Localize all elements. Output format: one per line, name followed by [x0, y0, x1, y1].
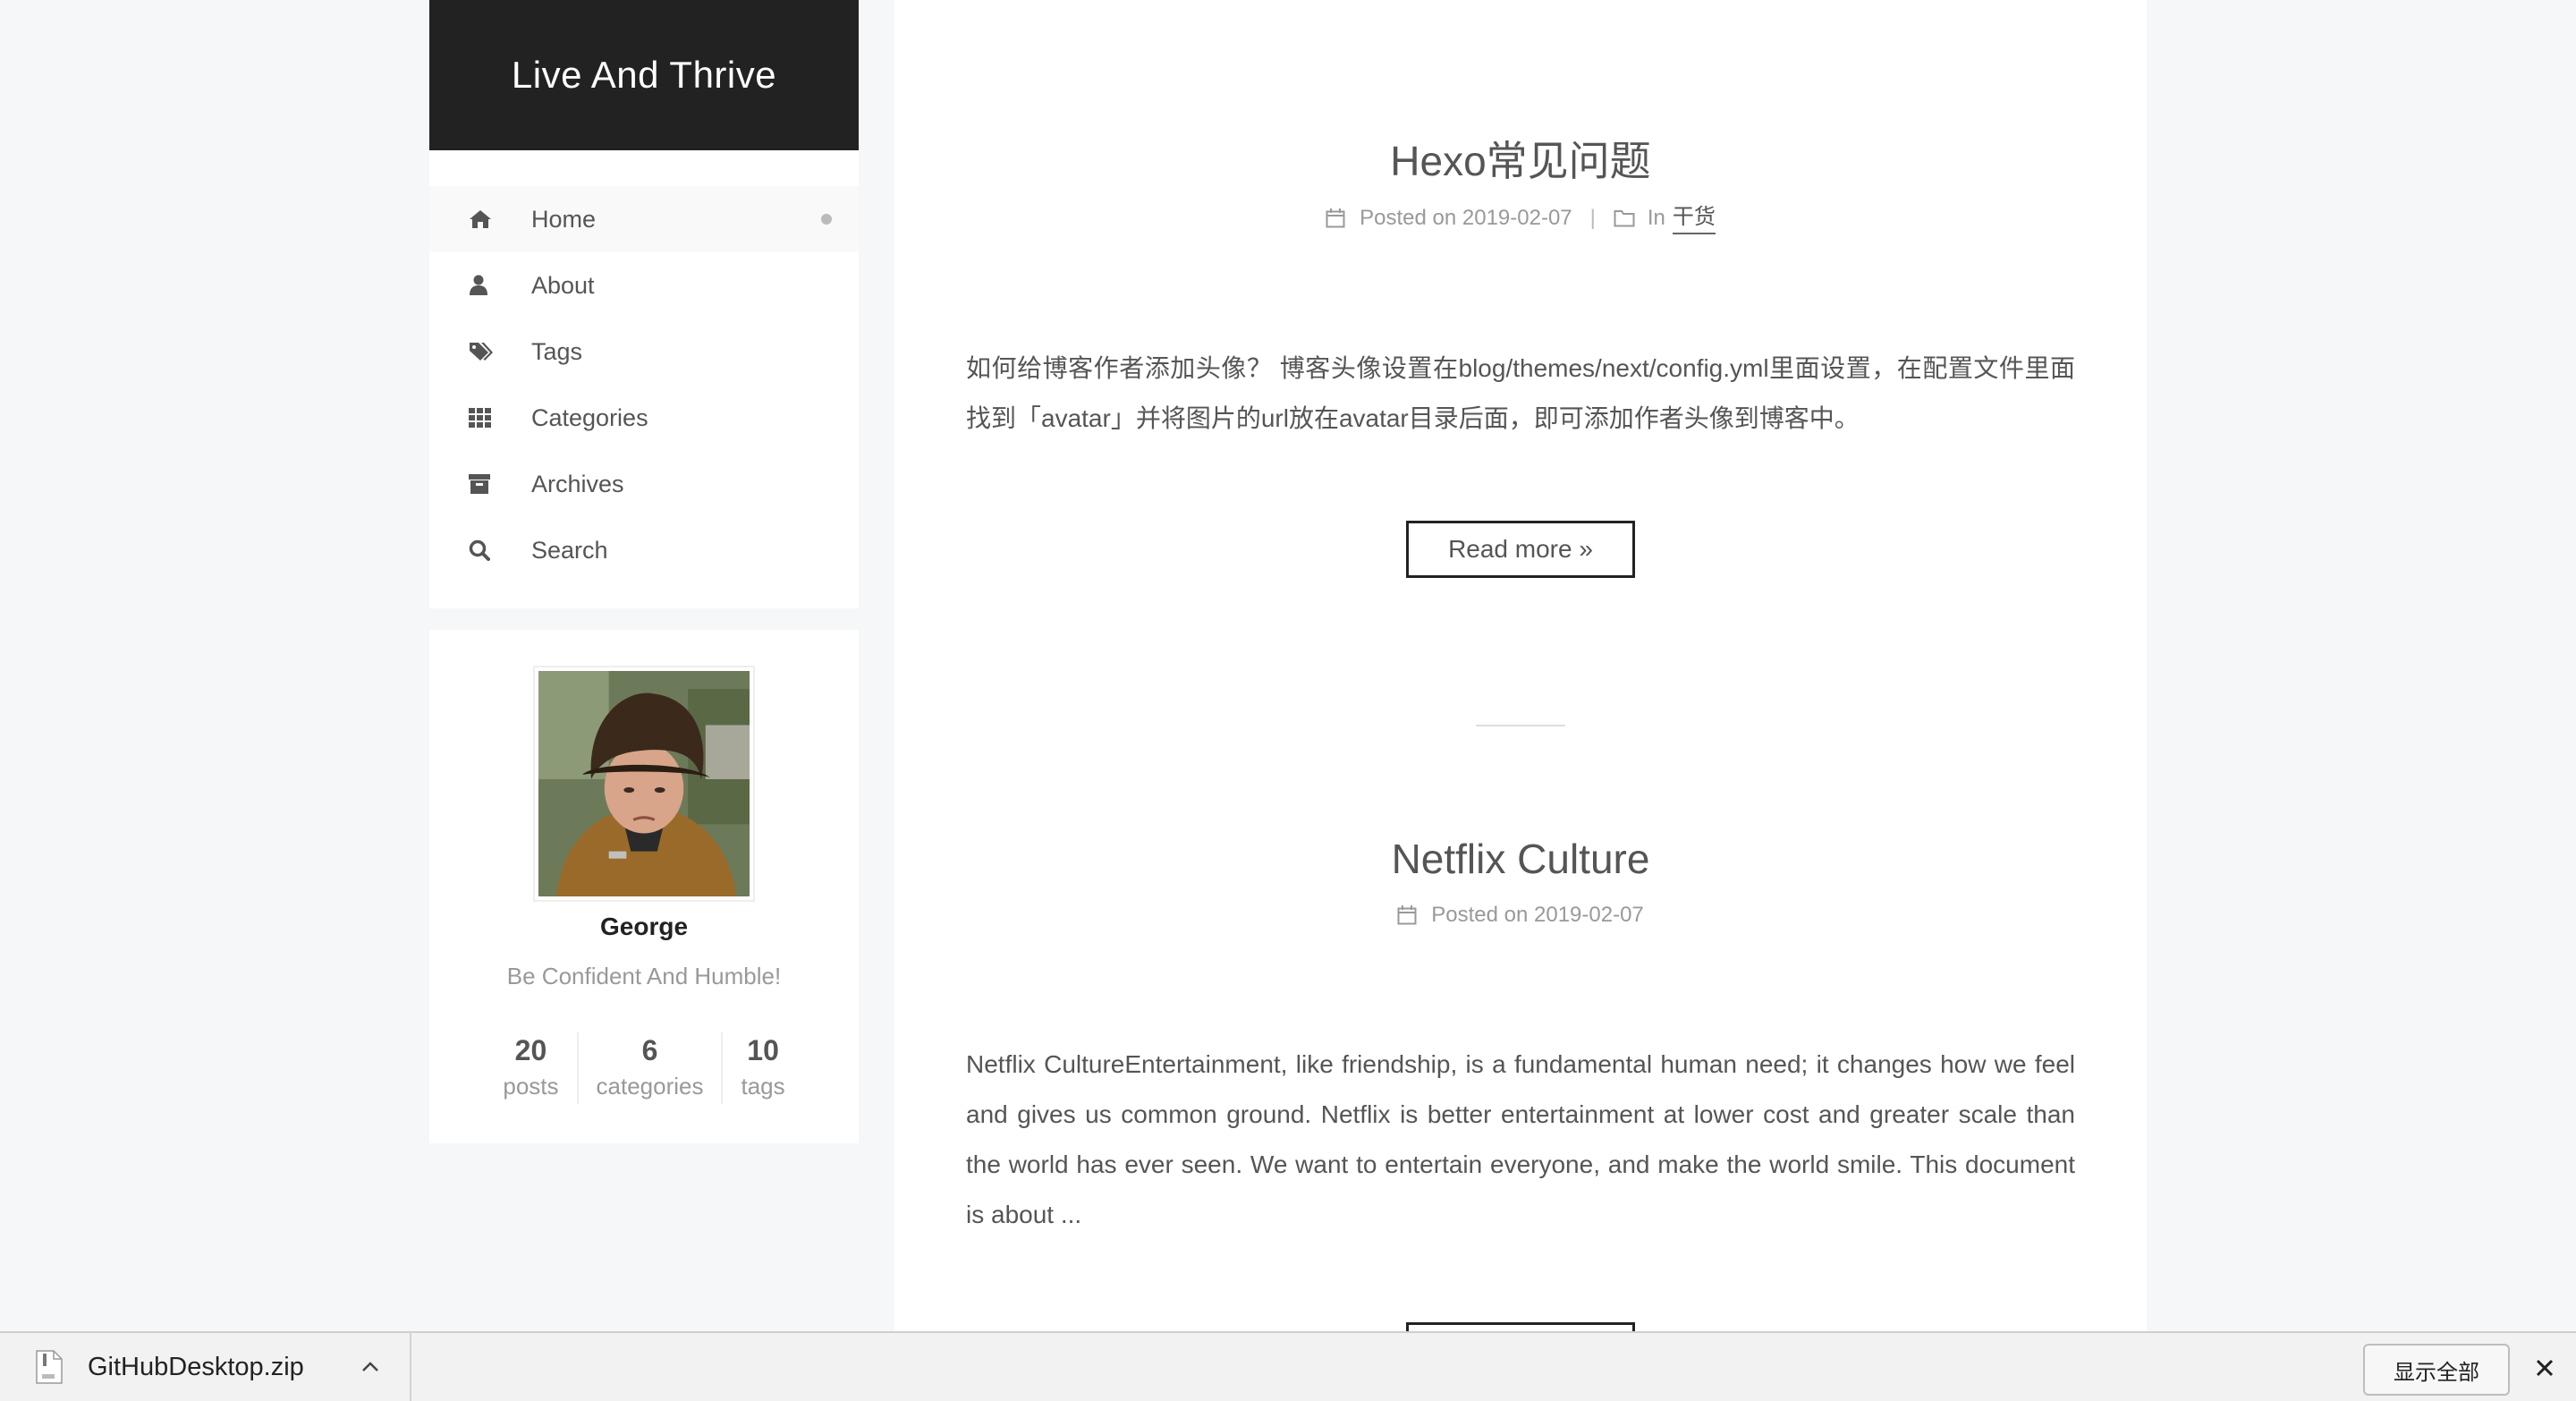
- sidebar-item-label: About: [531, 271, 595, 299]
- post-list: Hexo常见问题 Posted on 2019-02-07 | In 干货 如何…: [894, 0, 2147, 1333]
- post-title-link[interactable]: Hexo常见问题: [966, 134, 2075, 188]
- avatar: [533, 666, 755, 902]
- author-overview: George Be Confident And Humble! 20 posts…: [429, 630, 859, 1143]
- stat-count: 6: [641, 1034, 658, 1066]
- post-item: Netflix Culture Posted on 2019-02-07 Net…: [966, 832, 2075, 1240]
- stat-posts[interactable]: 20 posts: [485, 1032, 576, 1104]
- sidebar-item-archives[interactable]: Archives: [429, 451, 859, 517]
- stat-count: 10: [747, 1034, 779, 1066]
- post-item: Hexo常见问题 Posted on 2019-02-07 | In 干货 如何…: [966, 134, 2075, 578]
- sidebar-item-home[interactable]: Home: [429, 186, 859, 252]
- download-file-name: GitHubDesktop.zip: [88, 1352, 304, 1381]
- stat-label: tags: [741, 1073, 785, 1100]
- site-stats: 20 posts 6 categories 10 tags: [429, 1032, 859, 1104]
- meta-divider: |: [1589, 206, 1596, 230]
- stat-count: 20: [514, 1034, 547, 1066]
- calendar-icon: [1397, 904, 1420, 927]
- author-motto: Be Confident And Humble!: [506, 963, 782, 989]
- stat-label: posts: [503, 1073, 559, 1100]
- sidebar-item-label: Categories: [531, 403, 648, 431]
- post-divider: [1476, 725, 1565, 726]
- zip-file-icon: [36, 1350, 63, 1384]
- sidebar-item-label: Home: [531, 205, 597, 233]
- post-title-link[interactable]: Netflix Culture: [966, 832, 2075, 886]
- chevron-up-icon[interactable]: [358, 1354, 383, 1380]
- stat-categories[interactable]: 6 categories: [576, 1032, 722, 1104]
- sidebar-item-label: Tags: [531, 337, 583, 365]
- sidebar-item-tags[interactable]: Tags: [429, 318, 859, 385]
- post-excerpt: Netflix CultureEntertainment, like frien…: [966, 1050, 2075, 1228]
- post-meta: Posted on 2019-02-07: [966, 900, 2075, 930]
- read-more-button[interactable]: Read more »: [1406, 521, 1635, 578]
- show-all-button[interactable]: 显示全部: [2363, 1344, 2510, 1396]
- home-icon: [469, 201, 504, 237]
- calendar-icon: [1326, 207, 1349, 230]
- download-bar: GitHubDesktop.zip 显示全部: [0, 1331, 2576, 1401]
- folder-icon: [1614, 207, 1637, 230]
- sidebar-item-label: Search: [531, 536, 608, 564]
- grid-icon: [469, 400, 504, 436]
- active-indicator: [821, 214, 832, 225]
- sidebar-item-categories[interactable]: Categories: [429, 385, 859, 451]
- sidebar-item-search[interactable]: Search: [429, 517, 859, 583]
- archive-icon: [469, 466, 504, 502]
- post-date: 2019-02-07: [1462, 206, 1572, 230]
- sidebar-item-about[interactable]: About: [429, 252, 859, 318]
- category-link[interactable]: 干货: [1672, 202, 1716, 234]
- in-prefix: In: [1647, 206, 1665, 230]
- download-item[interactable]: GitHubDesktop.zip: [0, 1333, 411, 1401]
- post-date: 2019-02-07: [1534, 903, 1644, 927]
- search-icon: [469, 532, 504, 568]
- post-meta: Posted on 2019-02-07 | In 干货: [966, 202, 2075, 234]
- tags-icon: [469, 334, 504, 369]
- post-excerpt: 如何给博客作者添加头像？ 博客头像设置在blog/themes/next/con…: [966, 354, 2075, 432]
- sidebar-menu: Home About Tags Categories Archives Sear…: [429, 150, 859, 608]
- author-name: George: [599, 913, 689, 940]
- posted-prefix: Posted on: [1360, 206, 1457, 230]
- user-icon: [469, 267, 504, 303]
- site-title[interactable]: Live And Thrive: [429, 0, 859, 150]
- close-icon[interactable]: [2531, 1354, 2558, 1381]
- sidebar-item-label: Archives: [531, 470, 624, 497]
- stat-tags[interactable]: 10 tags: [721, 1032, 802, 1104]
- stat-label: categories: [596, 1073, 704, 1100]
- posted-prefix: Posted on: [1431, 903, 1529, 927]
